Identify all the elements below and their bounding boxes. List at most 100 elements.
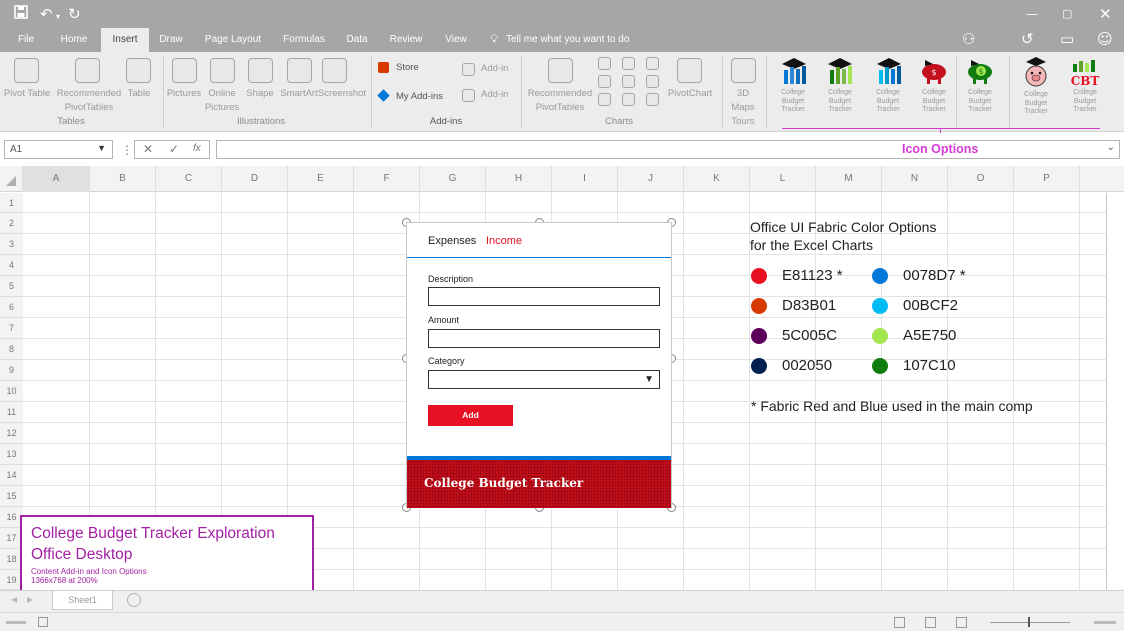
graduation-cap-bars-teal-icon[interactable]: [874, 56, 904, 86]
graduation-cap-bars-blue-icon[interactable]: [779, 56, 809, 86]
row-header-4[interactable]: 4: [0, 255, 23, 276]
tab-expenses[interactable]: Expenses: [428, 235, 476, 247]
tab-insert[interactable]: Insert: [101, 28, 149, 52]
tab-draw[interactable]: Draw: [152, 28, 190, 52]
name-box[interactable]: A1 ▼: [4, 140, 113, 159]
piggy-bank-green-icon[interactable]: $: [965, 56, 995, 86]
my-addins-button[interactable]: My Add-ins: [396, 90, 443, 103]
tab-data[interactable]: Data: [340, 28, 374, 52]
cbt-logo-icon[interactable]: CBT: [1068, 60, 1102, 88]
more-chart-button[interactable]: [646, 93, 659, 106]
row-header-12[interactable]: 12: [0, 423, 23, 444]
store-button[interactable]: Store: [396, 61, 419, 74]
waterfall-chart-button[interactable]: [646, 57, 659, 70]
tab-file[interactable]: File: [8, 28, 44, 52]
row-header-2[interactable]: 2: [0, 213, 23, 234]
column-header-l[interactable]: L: [750, 166, 816, 192]
statistic-chart-button[interactable]: [622, 75, 635, 88]
column-header-b[interactable]: B: [90, 166, 156, 192]
history-icon[interactable]: ↺: [1021, 30, 1034, 48]
column-header-p[interactable]: P: [1014, 166, 1080, 192]
amount-field[interactable]: [428, 329, 660, 348]
row-header-13[interactable]: 13: [0, 444, 23, 465]
comment-icon[interactable]: ▭: [1060, 30, 1074, 48]
line-chart-button[interactable]: [598, 75, 611, 88]
screenshot-button[interactable]: [322, 58, 347, 83]
column-header-c[interactable]: C: [156, 166, 222, 192]
shape-button[interactable]: [248, 58, 273, 83]
category-select[interactable]: ▼: [428, 370, 660, 389]
column-header-e[interactable]: E: [288, 166, 354, 192]
column-header-g[interactable]: G: [420, 166, 486, 192]
hierarchy-chart-button[interactable]: [622, 57, 635, 70]
undo-icon[interactable]: ↶: [40, 5, 53, 23]
tab-income[interactable]: Income: [486, 235, 522, 247]
pivotchart-button[interactable]: [677, 58, 702, 83]
recommended-pivottables-button[interactable]: [75, 58, 100, 83]
table-button[interactable]: [126, 58, 151, 83]
addin-1-button[interactable]: Add-in: [481, 62, 508, 75]
normal-view-icon[interactable]: [894, 617, 905, 628]
row-header-8[interactable]: 8: [0, 339, 23, 360]
row-header-9[interactable]: 9: [0, 360, 23, 381]
tab-home[interactable]: Home: [54, 28, 94, 52]
graduation-cap-bars-green-icon[interactable]: [825, 56, 855, 86]
page-break-view-icon[interactable]: [956, 617, 967, 628]
row-header-3[interactable]: 3: [0, 234, 23, 255]
zoom-level-indicator[interactable]: [1094, 621, 1116, 624]
row-header-15[interactable]: 15: [0, 486, 23, 507]
row-header-6[interactable]: 6: [0, 297, 23, 318]
combo-chart-button[interactable]: [646, 75, 659, 88]
column-header-k[interactable]: K: [684, 166, 750, 192]
row-header-1[interactable]: 1: [0, 193, 23, 213]
column-header-n[interactable]: N: [882, 166, 948, 192]
tab-view[interactable]: View: [438, 28, 474, 52]
minimize-icon[interactable]: —: [1026, 5, 1038, 23]
column-header-h[interactable]: H: [486, 166, 552, 192]
enter-formula-icon[interactable]: ✓: [169, 142, 179, 156]
zoom-slider-track[interactable]: [990, 622, 1070, 623]
pie-chart-button[interactable]: [598, 93, 611, 106]
column-header-f[interactable]: F: [354, 166, 420, 192]
expand-formula-icon[interactable]: ⌄: [1107, 142, 1115, 153]
tab-review[interactable]: Review: [384, 28, 428, 52]
column-header-o[interactable]: O: [948, 166, 1014, 192]
column-header-d[interactable]: D: [222, 166, 288, 192]
restore-icon[interactable]: ▢: [1062, 5, 1072, 23]
macro-record-icon[interactable]: [38, 617, 48, 627]
redo-icon[interactable]: ↻: [68, 5, 81, 23]
smartart-button[interactable]: [287, 58, 312, 83]
online-pictures-button[interactable]: [210, 58, 235, 83]
save-icon[interactable]: [14, 5, 28, 23]
row-header-5[interactable]: 5: [0, 276, 23, 297]
column-header-a[interactable]: A: [23, 166, 90, 192]
share-person-icon[interactable]: ⚇: [962, 30, 975, 48]
piggy-bank-red-icon[interactable]: $: [919, 56, 949, 86]
cancel-formula-icon[interactable]: ✕: [143, 142, 153, 156]
pictures-button[interactable]: [172, 58, 197, 83]
scroll-right-icon[interactable]: ▶: [27, 595, 33, 604]
close-icon[interactable]: ✕: [1099, 5, 1112, 23]
insert-function-icon[interactable]: fx: [193, 143, 201, 154]
addin-2-button[interactable]: Add-in: [481, 88, 508, 101]
name-box-dropdown-icon[interactable]: ▼: [97, 143, 106, 153]
row-header-14[interactable]: 14: [0, 465, 23, 486]
column-chart-button[interactable]: [598, 57, 611, 70]
column-header-m[interactable]: M: [816, 166, 882, 192]
smiley-icon[interactable]: ☺: [1097, 30, 1113, 48]
select-all-corner[interactable]: [0, 166, 23, 192]
column-header-j[interactable]: J: [618, 166, 684, 192]
more-options-icon[interactable]: ⋮: [121, 143, 133, 157]
scatter-chart-button[interactable]: [622, 93, 635, 106]
scroll-left-icon[interactable]: ◀: [11, 595, 17, 604]
tab-page-layout[interactable]: Page Layout: [200, 28, 266, 52]
formula-input[interactable]: Icon Options ⌄: [216, 140, 1120, 159]
row-header-7[interactable]: 7: [0, 318, 23, 339]
tab-formulas[interactable]: Formulas: [276, 28, 332, 52]
row-header-11[interactable]: 11: [0, 402, 23, 423]
description-field[interactable]: [428, 287, 660, 306]
undo-dropdown-icon[interactable]: ▾: [56, 8, 60, 26]
row-header-10[interactable]: 10: [0, 381, 23, 402]
column-header-i[interactable]: I: [552, 166, 618, 192]
piggy-bank-cap-icon[interactable]: [1021, 56, 1051, 88]
